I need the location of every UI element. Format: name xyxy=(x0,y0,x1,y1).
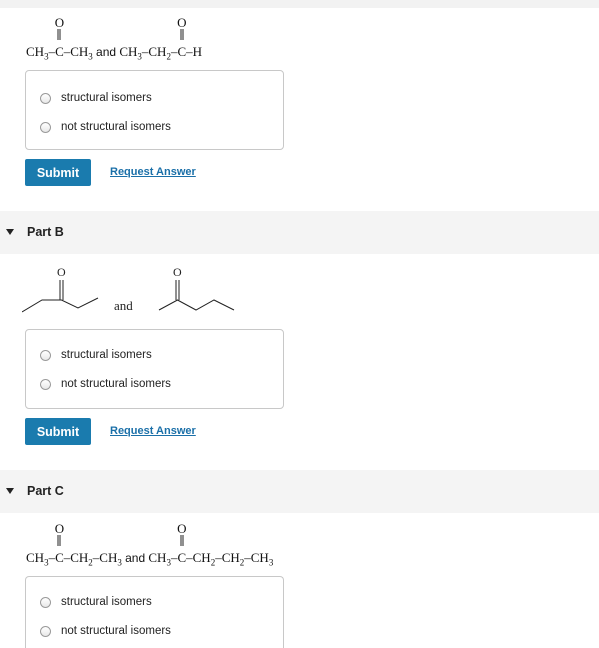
part-c-molecule-2: CH3– O C–CH2–CH2–CH3 xyxy=(148,521,274,568)
caret-down-icon xyxy=(6,488,14,494)
radio-option-not-structural-isomers[interactable]: not structural isomers xyxy=(40,375,171,393)
formula-text: –H xyxy=(186,44,203,59)
carbonyl-group: OC xyxy=(177,15,187,60)
formula-text: CH3– xyxy=(148,550,178,568)
double-bond xyxy=(180,535,184,546)
radio-button[interactable] xyxy=(40,596,51,608)
part-c-formula: CH3– O C–CH2–CH3 and CH3– O C–CH2–CH2–CH3 xyxy=(26,521,274,568)
skeletal-molecule-2: O xyxy=(158,265,235,311)
option-label: not structural isomers xyxy=(61,121,171,133)
skeletal-molecule-1: O xyxy=(22,265,99,313)
carbonyl-group: OC xyxy=(55,15,64,60)
radio-button[interactable] xyxy=(40,92,51,104)
part-b-submit-button[interactable]: Submit xyxy=(25,418,91,445)
part-c-options: structural isomers not structural isomer… xyxy=(25,576,284,648)
formula-text: CH3–CH2– xyxy=(119,44,178,62)
carbon-label: C xyxy=(55,550,64,565)
part-b-request-answer-link[interactable]: Request Answer xyxy=(110,425,196,437)
part-b-header[interactable]: Part B xyxy=(0,211,599,254)
caret-down-icon xyxy=(6,229,14,235)
part-title: Part B xyxy=(27,225,64,239)
radio-option-not-structural-isomers[interactable]: not structural isomers xyxy=(40,622,171,640)
part-a-request-answer-link[interactable]: Request Answer xyxy=(110,166,196,178)
oxygen-label: O xyxy=(57,265,66,279)
top-strip xyxy=(0,0,599,8)
double-bond xyxy=(180,29,184,40)
radio-button[interactable] xyxy=(40,625,51,637)
part-title: Part C xyxy=(27,484,64,498)
radio-option-not-structural-isomers[interactable]: not structural isomers xyxy=(40,118,171,136)
part-a-molecule-1: CH3– O C–CH3 xyxy=(26,15,96,62)
radio-button[interactable] xyxy=(40,349,51,361)
carbon-label: C xyxy=(177,550,187,565)
carbon-label: C xyxy=(55,44,64,59)
oxygen-label: O xyxy=(173,265,182,279)
radio-button[interactable] xyxy=(40,121,51,133)
part-c-header[interactable]: Part C xyxy=(0,470,599,513)
formula-text: –CH2–CH3 xyxy=(63,550,122,568)
part-a-molecule-2: CH3–CH2– O C–H xyxy=(119,15,203,62)
and-label: and xyxy=(114,298,133,313)
carbonyl-group: OC xyxy=(55,521,64,566)
formula-text: CH3– xyxy=(26,550,56,568)
option-label: not structural isomers xyxy=(61,378,171,390)
option-label: structural isomers xyxy=(61,596,152,608)
formula-text: –CH3 xyxy=(63,44,93,62)
radio-option-structural-isomers[interactable]: structural isomers xyxy=(40,346,152,364)
option-label: structural isomers xyxy=(61,349,152,361)
part-a-submit-button[interactable]: Submit xyxy=(25,159,91,186)
double-bond xyxy=(57,535,61,546)
carbon-label: C xyxy=(177,44,187,59)
part-a-formula: CH3– O C–CH3 and CH3–CH2– O C–H xyxy=(26,15,203,62)
part-a-options: structural isomers not structural isomer… xyxy=(25,70,284,150)
radio-option-structural-isomers[interactable]: structural isomers xyxy=(40,89,152,107)
part-b-options: structural isomers not structural isomer… xyxy=(25,329,284,409)
and-label: and xyxy=(96,45,117,59)
radio-option-structural-isomers[interactable]: structural isomers xyxy=(40,593,152,611)
and-label: and xyxy=(125,551,146,565)
carbonyl-group: OC xyxy=(177,521,187,566)
formula-text: CH3– xyxy=(26,44,56,62)
part-c-molecule-1: CH3– O C–CH2–CH3 xyxy=(26,521,125,568)
radio-button[interactable] xyxy=(40,378,51,390)
option-label: not structural isomers xyxy=(61,625,171,637)
double-bond xyxy=(57,29,61,40)
formula-text: –CH2–CH2–CH3 xyxy=(186,550,274,568)
option-label: structural isomers xyxy=(61,92,152,104)
part-b-skeletal-structures: O O xyxy=(22,265,235,313)
